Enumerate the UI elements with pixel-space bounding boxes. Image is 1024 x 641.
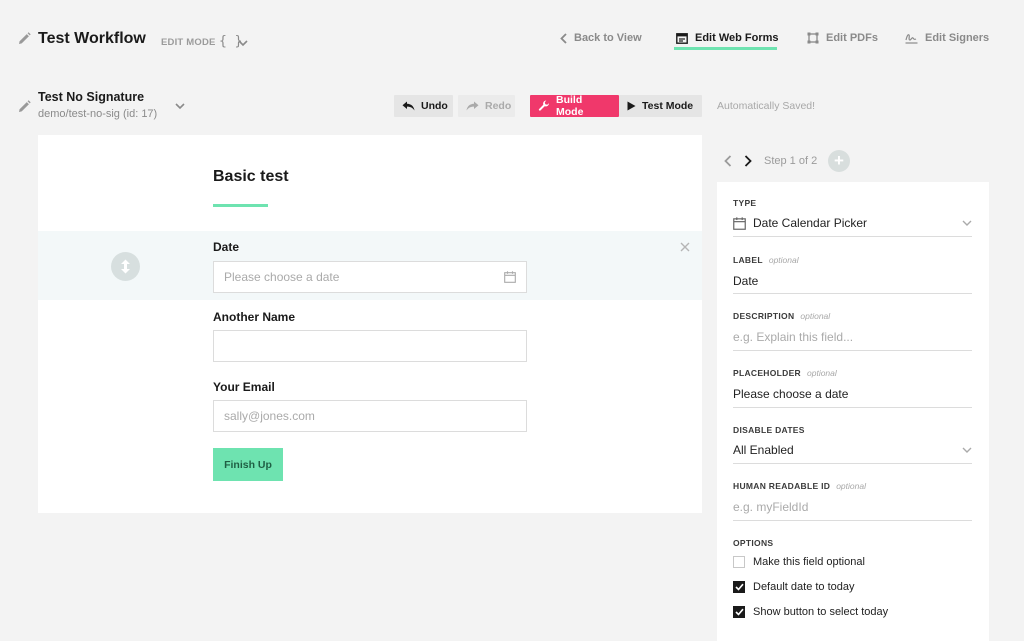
add-step-plus-icon[interactable]: + xyxy=(828,150,850,172)
document-subtitle: demo/test-no-sig (id: 17) xyxy=(38,108,158,120)
active-tab-underline xyxy=(674,47,777,50)
option-default-today-label: Default date to today xyxy=(753,581,855,593)
field-label-your-email: Your Email xyxy=(213,380,275,394)
type-label: TYPE xyxy=(733,198,757,208)
nav-signers-label: Edit Signers xyxy=(925,32,990,44)
redo-icon xyxy=(466,101,479,111)
step-prev-chevron-left-icon[interactable] xyxy=(724,155,732,167)
description-placeholder: e.g. Explain this field... xyxy=(733,330,854,344)
finish-up-button[interactable]: Finish Up xyxy=(213,448,283,481)
redo-button[interactable]: Redo xyxy=(458,95,515,117)
nav-pdfs-label: Edit PDFs xyxy=(826,32,878,44)
form-preview-card xyxy=(38,135,702,513)
build-mode-label: Build Mode xyxy=(556,94,584,118)
document-title: Test No Signature xyxy=(38,90,145,104)
chevron-down-icon[interactable] xyxy=(238,40,248,47)
option-make-optional-label: Make this field optional xyxy=(753,556,865,568)
another-name-input[interactable] xyxy=(213,330,527,362)
signature-icon xyxy=(905,33,918,44)
build-mode-button[interactable]: Build Mode xyxy=(530,94,619,118)
description-field-label: DESCRIPTION optional xyxy=(733,311,831,321)
undo-label: Undo xyxy=(421,100,448,112)
date-input-placeholder: Please choose a date xyxy=(224,270,340,284)
edit-mode-label: EDIT MODE xyxy=(161,37,216,48)
nav-edit-pdfs[interactable]: Edit PDFs xyxy=(807,28,878,48)
nav-edit-web-forms[interactable]: Edit Web Forms xyxy=(676,28,779,48)
form-title: Basic test xyxy=(213,168,289,185)
edit-document-pencil-icon[interactable] xyxy=(18,100,31,113)
email-input[interactable]: sally@jones.com xyxy=(213,400,527,432)
play-icon xyxy=(627,101,636,111)
date-input[interactable]: Please choose a date xyxy=(213,261,527,293)
field-properties-panel xyxy=(717,182,989,641)
drag-handle-icon[interactable] xyxy=(111,252,140,281)
option-default-today-checkbox[interactable] xyxy=(733,581,745,593)
web-form-icon xyxy=(676,32,688,44)
remove-field-close-icon[interactable] xyxy=(680,242,690,252)
step-indicator: Step 1 of 2 xyxy=(764,155,818,167)
step-next-chevron-right-icon[interactable] xyxy=(744,155,752,167)
disable-dates-label: DISABLE DATES xyxy=(733,425,805,435)
field-label-date: Date xyxy=(213,240,240,254)
chevron-left-icon xyxy=(560,32,567,44)
disable-dates-select[interactable]: All Enabled xyxy=(733,437,972,464)
placeholder-value: Please choose a date xyxy=(733,387,849,401)
nav-back-to-view[interactable]: Back to View xyxy=(560,28,642,48)
field-label-another-name: Another Name xyxy=(213,310,296,324)
form-title-underline xyxy=(213,204,268,207)
description-input[interactable]: e.g. Explain this field... xyxy=(733,324,972,351)
label-input[interactable]: Date xyxy=(733,268,972,294)
option-show-today-button[interactable]: Show button to select today xyxy=(733,605,888,619)
human-id-placeholder: e.g. myFieldId xyxy=(733,500,809,514)
human-id-field-label: HUMAN READABLE ID optional xyxy=(733,481,866,491)
options-label: OPTIONS xyxy=(733,538,774,548)
test-mode-button[interactable]: Test Mode xyxy=(619,95,702,117)
pdf-frame-icon xyxy=(807,32,819,44)
label-field-label: LABEL optional xyxy=(733,255,799,265)
human-id-input[interactable]: e.g. myFieldId xyxy=(733,494,972,521)
type-chevron-down-icon xyxy=(962,220,972,227)
edit-title-pencil-icon[interactable] xyxy=(18,32,31,45)
undo-button[interactable]: Undo xyxy=(394,95,453,117)
option-make-optional[interactable]: Make this field optional xyxy=(733,555,865,569)
disable-dates-value: All Enabled xyxy=(733,443,794,457)
email-placeholder: sally@jones.com xyxy=(224,409,315,423)
document-chevron-down-icon[interactable] xyxy=(175,103,185,110)
workflow-title: Test Workflow xyxy=(38,30,146,47)
type-value: Date Calendar Picker xyxy=(753,216,868,230)
label-value: Date xyxy=(733,273,759,288)
option-show-today-button-checkbox[interactable] xyxy=(733,606,745,618)
calendar-type-icon xyxy=(733,216,746,230)
option-show-today-button-label: Show button to select today xyxy=(753,606,889,618)
type-select[interactable]: Date Calendar Picker xyxy=(733,210,972,237)
placeholder-input[interactable]: Please choose a date xyxy=(733,381,972,408)
test-mode-label: Test Mode xyxy=(642,100,694,112)
save-status: Automatically Saved! xyxy=(717,100,816,112)
wrench-icon xyxy=(538,100,550,112)
placeholder-field-label: PLACEHOLDER optional xyxy=(733,368,837,378)
option-default-today[interactable]: Default date to today xyxy=(733,580,855,594)
nav-web-forms-label: Edit Web Forms xyxy=(695,32,779,44)
calendar-icon xyxy=(504,271,516,283)
option-make-optional-checkbox[interactable] xyxy=(733,556,745,568)
redo-label: Redo xyxy=(485,100,512,112)
nav-back-label: Back to View xyxy=(574,32,642,44)
nav-edit-signers[interactable]: Edit Signers xyxy=(905,28,989,48)
undo-icon xyxy=(402,101,415,111)
disable-dates-chevron-down-icon xyxy=(962,447,972,454)
